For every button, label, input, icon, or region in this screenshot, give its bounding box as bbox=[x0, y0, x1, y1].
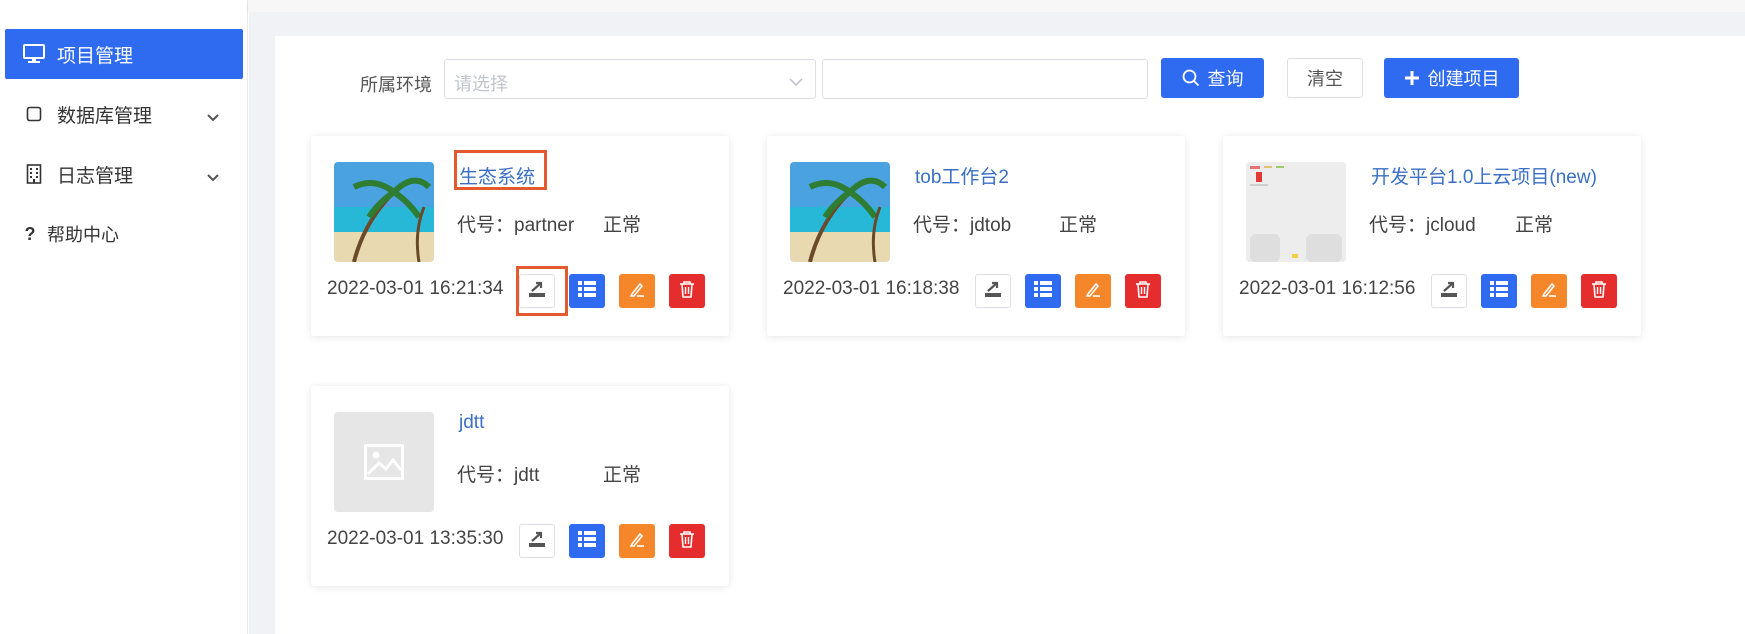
beach-image bbox=[790, 162, 890, 262]
project-code: 代号：partner bbox=[457, 215, 575, 236]
delete-button[interactable] bbox=[1581, 274, 1617, 308]
detail-list-button[interactable] bbox=[1025, 274, 1061, 308]
search-input[interactable] bbox=[822, 59, 1148, 99]
project-name-link[interactable]: jdtt bbox=[459, 412, 484, 434]
query-button[interactable]: 查询 bbox=[1161, 58, 1264, 98]
export-button[interactable] bbox=[519, 524, 555, 558]
project-card: 开发平台1.0上云项目(new) 代号：jcloud 正常 2022-03-01… bbox=[1223, 136, 1641, 336]
monitor-icon bbox=[23, 43, 45, 65]
sidebar-item-database-management[interactable]: 数据库管理 bbox=[5, 89, 243, 139]
env-select[interactable]: 请选择 bbox=[444, 59, 816, 99]
search-icon bbox=[1182, 69, 1200, 87]
plus-icon bbox=[1404, 70, 1420, 86]
list-icon bbox=[578, 280, 596, 302]
placeholder-image-icon bbox=[334, 412, 434, 512]
chevron-down-icon bbox=[207, 166, 219, 188]
chevron-down-icon bbox=[789, 74, 803, 92]
pencil-icon bbox=[1084, 280, 1102, 303]
project-name-link[interactable]: 生态系统 bbox=[459, 162, 535, 189]
clear-button-label: 清空 bbox=[1307, 69, 1343, 89]
edit-button[interactable] bbox=[1531, 274, 1567, 308]
detail-list-button[interactable] bbox=[1481, 274, 1517, 308]
delete-button[interactable] bbox=[669, 524, 705, 558]
screenshot-image bbox=[1246, 162, 1346, 262]
sidebar-item-label: 数据库管理 bbox=[57, 105, 153, 127]
pencil-icon bbox=[1540, 280, 1558, 303]
question-icon: ? bbox=[24, 223, 36, 244]
list-icon bbox=[1490, 280, 1508, 302]
project-code: 代号：jdtob bbox=[913, 215, 1012, 236]
edit-button[interactable] bbox=[619, 524, 655, 558]
sidebar-item-label: 日志管理 bbox=[57, 165, 134, 187]
export-icon bbox=[1440, 280, 1458, 303]
beach-image bbox=[334, 162, 434, 262]
query-button-label: 查询 bbox=[1207, 69, 1244, 89]
sidebar-item-project-management[interactable]: 项目管理 bbox=[5, 29, 243, 79]
detail-list-button[interactable] bbox=[569, 524, 605, 558]
project-name-link[interactable]: 开发平台1.0上云项目(new) bbox=[1371, 162, 1597, 189]
trash-icon bbox=[1135, 280, 1151, 303]
export-button[interactable] bbox=[519, 274, 555, 308]
sidebar-item-label: 项目管理 bbox=[57, 45, 134, 67]
export-icon bbox=[984, 280, 1002, 303]
project-status: 正常 bbox=[603, 215, 642, 236]
export-button[interactable] bbox=[1431, 274, 1467, 308]
top-bar bbox=[248, 0, 1745, 12]
project-created-time: 2022-03-01 16:12:56 bbox=[1239, 278, 1416, 299]
pencil-icon bbox=[628, 530, 646, 553]
building-icon bbox=[23, 163, 45, 185]
export-icon bbox=[528, 530, 546, 553]
square-icon bbox=[23, 103, 45, 125]
sidebar-item-log-management[interactable]: 日志管理 bbox=[5, 149, 243, 199]
edit-button[interactable] bbox=[619, 274, 655, 308]
chevron-down-icon bbox=[207, 106, 219, 128]
list-icon bbox=[1034, 280, 1052, 302]
create-project-button[interactable]: 创建项目 bbox=[1384, 58, 1519, 98]
trash-icon bbox=[1591, 280, 1607, 303]
project-created-time: 2022-03-01 16:18:38 bbox=[783, 278, 960, 299]
trash-icon bbox=[679, 280, 695, 303]
export-icon bbox=[528, 280, 546, 303]
sidebar-item-label: 帮助中心 bbox=[47, 225, 119, 245]
delete-button[interactable] bbox=[669, 274, 705, 308]
project-created-time: 2022-03-01 16:21:34 bbox=[327, 278, 504, 299]
delete-button[interactable] bbox=[1125, 274, 1161, 308]
project-created-time: 2022-03-01 13:35:30 bbox=[327, 528, 504, 549]
project-status: 正常 bbox=[1515, 215, 1554, 236]
detail-list-button[interactable] bbox=[569, 274, 605, 308]
edit-button[interactable] bbox=[1075, 274, 1111, 308]
clear-button[interactable]: 清空 bbox=[1287, 58, 1363, 98]
export-button[interactable] bbox=[975, 274, 1011, 308]
project-card: 生态系统 代号：partner 正常 2022-03-01 16:21:34 bbox=[311, 136, 729, 336]
project-card: tob工作台2 代号：jdtob 正常 2022-03-01 16:18:38 bbox=[767, 136, 1185, 336]
pencil-icon bbox=[628, 280, 646, 303]
project-name-link[interactable]: tob工作台2 bbox=[915, 162, 1009, 189]
env-filter-label: 所属环境 bbox=[360, 75, 432, 95]
create-project-button-label: 创建项目 bbox=[1427, 69, 1500, 89]
project-code: 代号：jdtt bbox=[457, 465, 540, 486]
project-status: 正常 bbox=[1059, 215, 1098, 236]
project-status: 正常 bbox=[603, 465, 642, 486]
project-card: jdtt 代号：jdtt 正常 2022-03-01 13:35:30 bbox=[311, 386, 729, 586]
sidebar-item-help-center[interactable]: ? 帮助中心 bbox=[5, 209, 243, 259]
trash-icon bbox=[679, 530, 695, 553]
env-select-placeholder: 请选择 bbox=[454, 74, 508, 94]
project-code: 代号：jcloud bbox=[1369, 215, 1476, 236]
list-icon bbox=[578, 530, 596, 552]
sidebar: 项目管理 数据库管理 日志管理 ? 帮助中心 bbox=[0, 0, 248, 634]
